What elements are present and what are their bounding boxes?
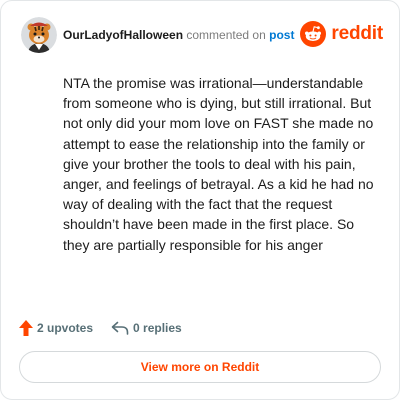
reddit-comment-card: OurLadyofHalloween commented on post red… <box>0 0 400 400</box>
reddit-logo[interactable]: reddit <box>300 21 383 47</box>
post-link[interactable]: post <box>269 28 294 42</box>
username-link[interactable]: OurLadyofHalloween <box>63 28 183 42</box>
comment-body: NTA the promise was irrational—understan… <box>63 75 374 253</box>
reddit-snoo-icon <box>300 21 327 47</box>
commented-on-text: commented on <box>186 28 266 42</box>
upvote-button[interactable]: 2 upvotes <box>19 320 93 336</box>
reddit-wordmark: reddit <box>331 23 383 44</box>
reply-arrow-icon <box>111 321 129 335</box>
comment-header: OurLadyofHalloween commented on post red… <box>21 15 383 55</box>
reply-button[interactable]: 0 replies <box>111 321 182 335</box>
upvote-count: 2 upvotes <box>37 321 94 335</box>
view-more-on-reddit-button[interactable]: View more on Reddit <box>19 351 381 383</box>
reply-count: 0 replies <box>133 321 182 335</box>
comment-actions: 2 upvotes 0 replies <box>19 318 182 338</box>
user-avatar[interactable] <box>21 17 57 53</box>
upvote-arrow-icon <box>19 320 33 336</box>
comment-meta: OurLadyofHalloween commented on post <box>63 27 294 43</box>
